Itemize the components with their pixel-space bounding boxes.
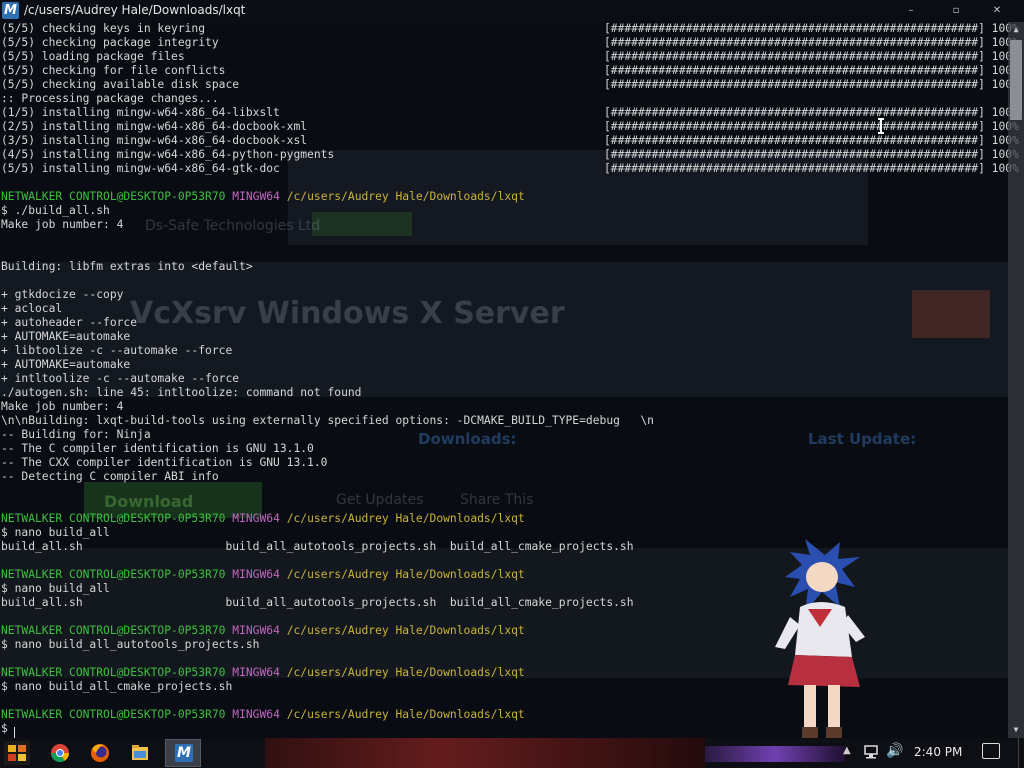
progress-bar-text: [#######################################… (604, 148, 1019, 161)
taskbar-wallpaper-strip (265, 738, 705, 768)
terminal-line: Make job number: 4 (1, 218, 124, 231)
terminal-line: Building: libfm extras into <default> (1, 260, 253, 273)
terminal-line: \n\nBuilding: lxqt-build-tools using ext… (1, 414, 654, 427)
progress-bar-text: [#######################################… (604, 36, 1019, 49)
show-desktop-button[interactable] (1018, 738, 1024, 768)
terminal-line: -- The C compiler identification is GNU … (1, 442, 314, 455)
close-button[interactable]: ✕ (982, 3, 1012, 18)
vertical-scrollbar[interactable]: ▲ ▼ (1008, 22, 1024, 738)
terminal-line: + autoheader --force (1, 316, 138, 329)
terminal-line: + AUTOMAKE=automake (1, 358, 131, 371)
prompt-user: NETWALKER CONTROL@DESKTOP-0P53R70 (1, 666, 226, 679)
taskbar: M ▲ 🔊 2:40 PM (0, 738, 1024, 768)
prompt-user: NETWALKER CONTROL@DESKTOP-0P53R70 (1, 512, 226, 525)
shell-prompt: NETWALKER CONTROL@DESKTOP-0P53R70 MINGW6… (1, 190, 525, 204)
terminal-line: :: Processing package changes... (1, 92, 219, 105)
terminal-output[interactable]: (5/5) checking keys in keyring [########… (0, 22, 1019, 738)
taskbar-mintty-button[interactable]: M (165, 739, 201, 767)
terminal-line: + intltoolize -c --automake --force (1, 372, 240, 385)
progress-bar-text: [#######################################… (604, 50, 1019, 63)
scrollbar-thumb[interactable] (1010, 40, 1022, 120)
shell-prompt: NETWALKER CONTROL@DESKTOP-0P53R70 MINGW6… (1, 708, 525, 722)
terminal-line: + aclocal (1, 302, 63, 315)
terminal-line: + libtoolize -c --automake --force (1, 344, 233, 357)
prompt-user: NETWALKER CONTROL@DESKTOP-0P53R70 (1, 624, 226, 637)
terminal-line: (2/5) installing mingw-w64-x86_64-docboo… (1, 120, 308, 133)
terminal-line: (4/5) installing mingw-w64-x86_64-python… (1, 148, 335, 161)
terminal-line: $ nano build_all_cmake_projects.sh (1, 680, 233, 693)
prompt-system: MINGW64 (232, 190, 280, 203)
terminal-line: $ nano build_all_autotools_projects.sh (1, 638, 260, 651)
input-line[interactable]: $ (1, 722, 15, 736)
terminal-line: -- Detecting C compiler ABI info (1, 470, 219, 483)
prompt-system: MINGW64 (232, 624, 280, 637)
terminal-line: + gtkdocize --copy (1, 288, 124, 301)
maximize-button[interactable]: ▫ (941, 3, 971, 18)
terminal-line: (3/5) installing mingw-w64-x86_64-docboo… (1, 134, 308, 147)
prompt-system: MINGW64 (232, 568, 280, 581)
progress-bar-text: [#######################################… (604, 64, 1019, 77)
terminal-line: $ nano build_all (1, 526, 110, 539)
terminal-line: -- The CXX compiler identification is GN… (1, 456, 328, 469)
chrome-icon[interactable] (46, 741, 74, 765)
prompt-path: /c/users/Audrey Hale/Downloads/lxqt (286, 190, 525, 203)
progress-bar-text: [#######################################… (604, 120, 1019, 133)
progress-bar-text: [#######################################… (604, 78, 1019, 91)
anime-mascot-image (775, 539, 865, 738)
prompt-system: MINGW64 (232, 708, 280, 721)
prompt-user: NETWALKER CONTROL@DESKTOP-0P53R70 (1, 568, 226, 581)
progress-bar-text: [#######################################… (604, 22, 1019, 35)
prompt-user: NETWALKER CONTROL@DESKTOP-0P53R70 (1, 190, 226, 203)
prompt-path: /c/users/Audrey Hale/Downloads/lxqt (286, 708, 525, 721)
terminal-line: (1/5) installing mingw-w64-x86_64-libxsl… (1, 106, 280, 119)
prompt-user: NETWALKER CONTROL@DESKTOP-0P53R70 (1, 708, 226, 721)
window-title: /c/users/Audrey Hale/Downloads/lxqt (24, 3, 246, 17)
scroll-up-arrow-icon[interactable]: ▲ (1008, 22, 1024, 38)
file-explorer-icon[interactable] (126, 741, 154, 765)
prompt-path: /c/users/Audrey Hale/Downloads/lxqt (286, 624, 525, 637)
volume-icon[interactable]: 🔊 (886, 743, 903, 759)
network-icon[interactable] (862, 744, 880, 760)
taskbar-clock[interactable]: 2:40 PM (914, 745, 962, 759)
shell-prompt: NETWALKER CONTROL@DESKTOP-0P53R70 MINGW6… (1, 512, 525, 526)
terminal-line: $ nano build_all (1, 582, 110, 595)
terminal-line: (5/5) checking keys in keyring (1, 22, 206, 35)
prompt-path: /c/users/Audrey Hale/Downloads/lxqt (286, 666, 525, 679)
terminal-line: + AUTOMAKE=automake (1, 330, 131, 343)
terminal-line: build_all.sh build_all_autotools_project… (1, 596, 634, 609)
terminal-line: (5/5) checking package integrity (1, 36, 219, 49)
prompt-path: /c/users/Audrey Hale/Downloads/lxqt (286, 512, 525, 525)
notification-icon[interactable] (982, 743, 1000, 759)
terminal-line: -- Building for: Ninja (1, 428, 151, 441)
shell-prompt: NETWALKER CONTROL@DESKTOP-0P53R70 MINGW6… (1, 666, 525, 680)
shell-prompt: NETWALKER CONTROL@DESKTOP-0P53R70 MINGW6… (1, 624, 525, 638)
start-icon[interactable] (2, 739, 32, 767)
prompt-system: MINGW64 (232, 666, 280, 679)
title-bar[interactable]: M /c/users/Audrey Hale/Downloads/lxqt – … (0, 0, 1024, 22)
minimize-button[interactable]: – (896, 3, 926, 18)
ibeam-cursor-icon (878, 118, 884, 134)
terminal-line: ./autogen.sh: line 45: intltoolize: comm… (1, 386, 362, 399)
terminal-window[interactable]: Ds-Safe Technologies Ltd VcXsrv Windows … (0, 0, 1024, 738)
progress-bar-text: [#######################################… (604, 134, 1019, 147)
show-hidden-icons-arrow-icon[interactable]: ▲ (843, 745, 851, 756)
text-cursor (14, 727, 15, 738)
mintty-icon: M (175, 744, 193, 762)
prompt-path: /c/users/Audrey Hale/Downloads/lxqt (286, 568, 525, 581)
terminal-line: $ ./build_all.sh (1, 204, 110, 217)
taskbar-decoration (705, 746, 845, 762)
firefox-icon[interactable] (86, 741, 114, 765)
mintty-app-icon[interactable]: M (2, 2, 19, 19)
prompt-system: MINGW64 (232, 512, 280, 525)
terminal-line: Make job number: 4 (1, 400, 124, 413)
terminal-line: build_all.sh build_all_autotools_project… (1, 540, 634, 553)
terminal-line: (5/5) installing mingw-w64-x86_64-gtk-do… (1, 162, 280, 175)
terminal-line: (5/5) checking for file conflicts (1, 64, 226, 77)
terminal-line: (5/5) checking available disk space (1, 78, 240, 91)
progress-bar-text: [#######################################… (604, 106, 1019, 119)
terminal-line: (5/5) loading package files (1, 50, 185, 63)
scroll-down-arrow-icon[interactable]: ▼ (1008, 722, 1024, 738)
shell-prompt: NETWALKER CONTROL@DESKTOP-0P53R70 MINGW6… (1, 568, 525, 582)
progress-bar-text: [#######################################… (604, 162, 1019, 175)
